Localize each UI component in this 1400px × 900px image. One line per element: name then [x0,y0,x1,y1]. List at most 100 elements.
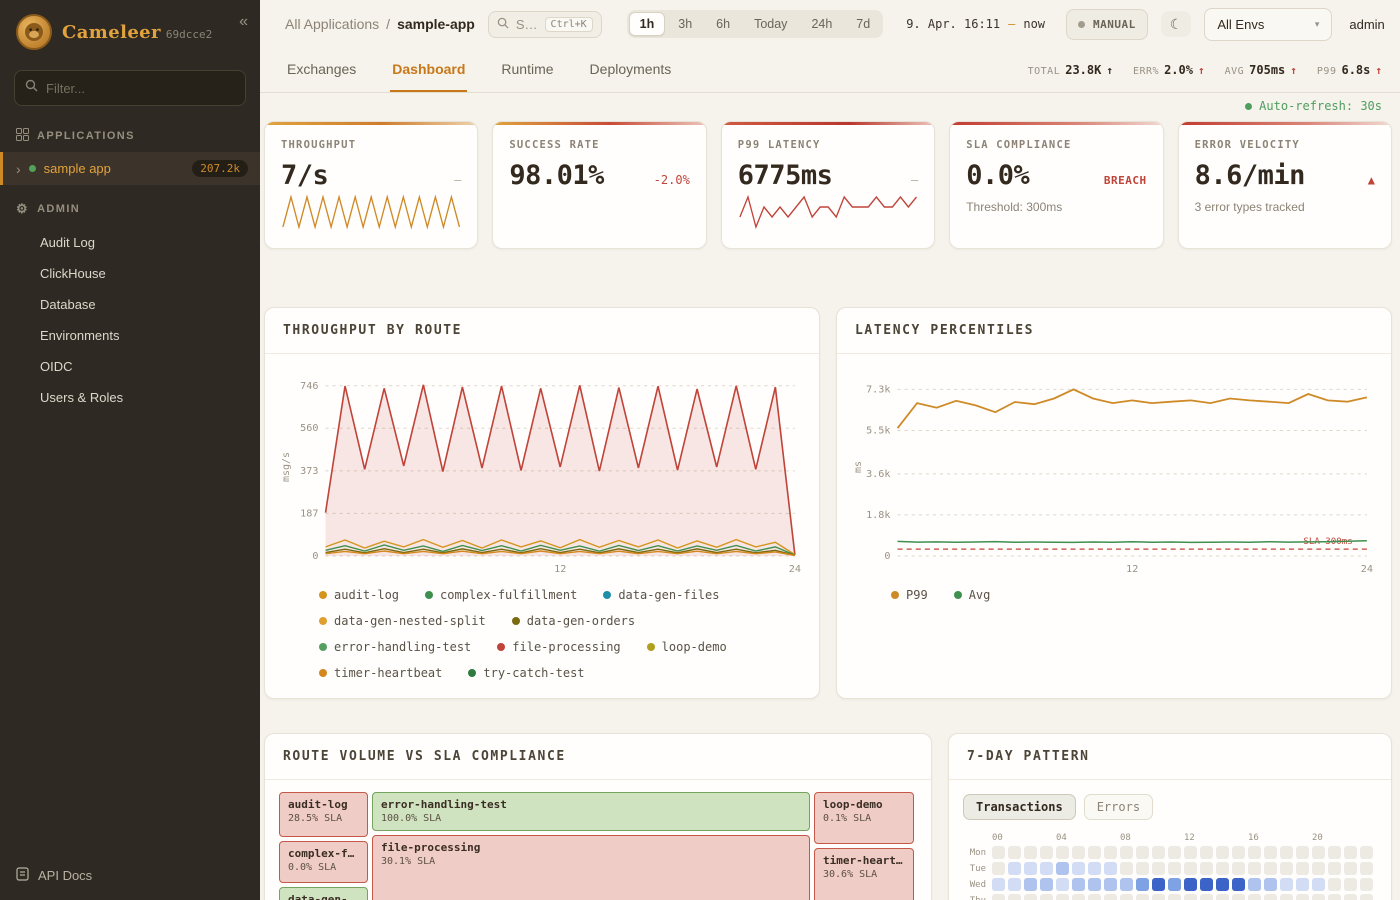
heatmap-cell[interactable] [1136,894,1149,900]
heatmap-cell[interactable] [1120,878,1133,891]
heatmap-cell[interactable] [1072,846,1085,859]
legend-item[interactable]: data-gen-nested-split [319,614,486,628]
treemap-cell[interactable]: error-handling-test100.0% SLA [372,792,810,831]
heatmap-cell[interactable] [1216,894,1229,900]
heatmap-cell[interactable] [1264,878,1277,891]
heatmap-cell[interactable] [1152,878,1165,891]
heatmap-cell[interactable] [1168,862,1181,875]
heatmap-cell[interactable] [1296,846,1309,859]
legend-item[interactable]: data-gen-files [603,588,719,602]
heatmap-cell[interactable] [1136,846,1149,859]
user-menu[interactable]: admin [1349,17,1384,32]
env-select[interactable]: All Envs ▾ [1204,8,1332,41]
heatmap-cell[interactable] [1040,878,1053,891]
heatmap-cell[interactable] [1360,862,1373,875]
heatmap-cell[interactable] [1344,862,1357,875]
heatmap-cell[interactable] [1056,846,1069,859]
heatmap-cell[interactable] [1200,894,1213,900]
time-range-button[interactable]: 1h [629,12,666,36]
heatmap-cell[interactable] [1040,862,1053,875]
heatmap-cell[interactable] [1104,862,1117,875]
heatmap-cell[interactable] [1248,894,1261,900]
heatmap-cell[interactable] [1008,878,1021,891]
heatmap-cell[interactable] [992,862,1005,875]
heatmap-cell[interactable] [1328,878,1341,891]
heatmap-cell[interactable] [1312,846,1325,859]
tab[interactable]: Dashboard [390,48,467,92]
sidebar-filter-input[interactable] [46,81,235,96]
heatmap-cell[interactable] [1200,878,1213,891]
tab[interactable]: Runtime [499,48,555,92]
heatmap-cell[interactable] [1184,862,1197,875]
heatmap-cell[interactable] [1024,862,1037,875]
heatmap-cell[interactable] [1280,894,1293,900]
heatmap-cell[interactable] [1344,894,1357,900]
sidebar-admin-item[interactable]: Environments [0,320,260,351]
heatmap-cell[interactable] [1008,894,1021,900]
heatmap-cell[interactable] [1296,878,1309,891]
heatmap-cell[interactable] [1216,878,1229,891]
heatmap-cell[interactable] [1312,894,1325,900]
legend-item[interactable]: try-catch-test [468,666,584,680]
heatmap-cell[interactable] [992,878,1005,891]
heatmap-cell[interactable] [1360,846,1373,859]
heatmap-cell[interactable] [1232,878,1245,891]
api-docs-link[interactable]: API Docs [0,853,260,900]
treemap-cell[interactable]: audit-log28.5% SLA [279,792,368,837]
heatmap-cell[interactable] [1344,878,1357,891]
pattern-toggle[interactable]: Errors [1084,794,1153,820]
sidebar-admin-item[interactable]: Database [0,289,260,320]
legend-item[interactable]: Avg [954,588,991,602]
legend-item[interactable]: loop-demo [647,640,727,654]
treemap-cell[interactable]: file-processing30.1% SLA [372,835,810,900]
sidebar-admin-item[interactable]: OIDC [0,351,260,382]
heatmap-cell[interactable] [1024,878,1037,891]
heatmap-cell[interactable] [1120,894,1133,900]
heatmap-cell[interactable] [1360,878,1373,891]
heatmap-cell[interactable] [1248,878,1261,891]
heatmap-cell[interactable] [1056,894,1069,900]
sidebar-collapse-button[interactable]: « [239,14,248,30]
treemap-cell[interactable]: timer-heartbeat30.6% SLA [814,848,914,900]
heatmap-cell[interactable] [1088,894,1101,900]
heatmap-cell[interactable] [1232,862,1245,875]
heatmap-cell[interactable] [1024,894,1037,900]
pattern-toggle[interactable]: Transactions [963,794,1076,820]
heatmap-cell[interactable] [1280,878,1293,891]
heatmap-cell[interactable] [1136,878,1149,891]
heatmap-cell[interactable] [1296,862,1309,875]
heatmap-cell[interactable] [1040,894,1053,900]
time-range-button[interactable]: 6h [705,12,741,36]
heatmap-cell[interactable] [1264,846,1277,859]
sidebar-admin-item[interactable]: Users & Roles [0,382,260,413]
heatmap-cell[interactable] [1152,894,1165,900]
tab[interactable]: Exchanges [285,48,358,92]
heatmap-cell[interactable] [1232,846,1245,859]
heatmap-cell[interactable] [1072,894,1085,900]
treemap-cell[interactable]: loop-demo0.1% SLA [814,792,914,844]
heatmap-cell[interactable] [992,846,1005,859]
heatmap-cell[interactable] [1200,846,1213,859]
heatmap-cell[interactable] [992,894,1005,900]
date-range[interactable]: 9. Apr. 16:11 — now [906,17,1045,31]
legend-item[interactable]: complex-fulfillment [425,588,577,602]
heatmap-cell[interactable] [1088,862,1101,875]
time-range-button[interactable]: Today [743,12,798,36]
heatmap-cell[interactable] [1328,862,1341,875]
sidebar-admin-item[interactable]: ClickHouse [0,258,260,289]
heatmap-cell[interactable] [1056,878,1069,891]
heatmap-cell[interactable] [1056,862,1069,875]
heatmap-cell[interactable] [1344,846,1357,859]
heatmap-cell[interactable] [1216,862,1229,875]
heatmap-cell[interactable] [1328,894,1341,900]
sidebar-item-sample-app[interactable]: › sample app 207.2k [0,152,260,185]
heatmap-cell[interactable] [1248,846,1261,859]
heatmap-cell[interactable] [1120,846,1133,859]
heatmap-cell[interactable] [1040,846,1053,859]
treemap-cell[interactable]: data-gen-files100.0% SLA [279,887,368,900]
breadcrumb-all-applications[interactable]: All Applications [285,16,379,32]
heatmap-cell[interactable] [1152,862,1165,875]
heatmap-cell[interactable] [1248,862,1261,875]
heatmap-cell[interactable] [1264,894,1277,900]
heatmap-cell[interactable] [1280,846,1293,859]
